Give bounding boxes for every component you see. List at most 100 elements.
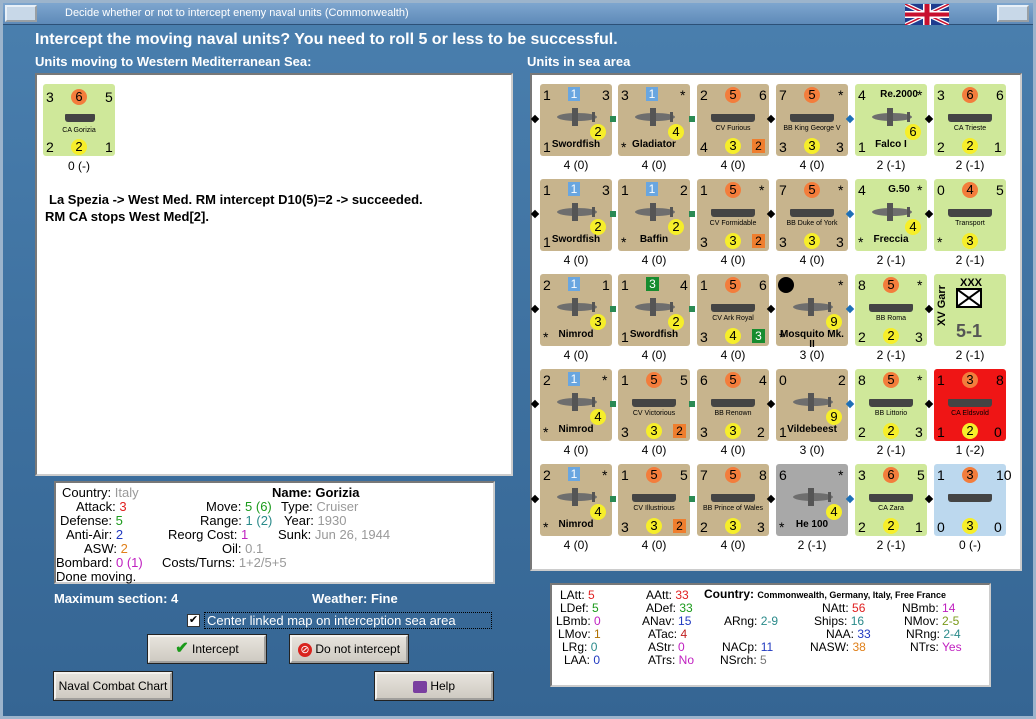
sea-unit-counter[interactable]: XXX XV Garr 5-1 — [934, 274, 1006, 346]
sea-unit-counter[interactable]: 2 1 * Nimrod * 4 — [540, 464, 612, 536]
counter-top-left: 1 — [543, 87, 551, 103]
counter-top-left: 7 — [700, 467, 708, 483]
counter-bottom-left: * — [543, 424, 549, 440]
center-map-checkbox[interactable]: ✔ — [187, 614, 200, 627]
sea-unit-counter[interactable]: 2 1 * Nimrod * 4 — [540, 369, 612, 441]
counter-top-center: 1 — [568, 182, 580, 196]
counter-status: 4 (0) — [563, 538, 589, 552]
sea-unit-counter[interactable]: 3 6 5 CA Zara 2 2 1 — [855, 464, 927, 536]
moving-unit-status: 0 (-) — [68, 159, 90, 173]
intercept-button[interactable]: ✔ Intercept — [147, 634, 267, 664]
garrison-symbol-icon — [956, 288, 982, 308]
sea-unit-counter[interactable]: 4 * Re.2000 Falco I16 — [855, 84, 927, 156]
counter-top-center: 5 — [646, 467, 662, 483]
sea-unit-counter[interactable]: 1 3 4 Swordfish 1 2 — [618, 274, 690, 346]
counter-name: CA Eldsvold — [951, 410, 989, 417]
counter-bottom-left: 1 — [937, 424, 945, 440]
counter-bottom-left: * — [621, 139, 627, 155]
sea-unit-counter[interactable]: 1 1 2 Baffin * 2 — [618, 179, 690, 251]
counter-top-left: 6 — [700, 372, 708, 388]
sea-unit-counter[interactable]: 4 * G.50 Freccia * 4 — [855, 179, 927, 251]
sea-unit-counter[interactable]: 1 1 3 Swordfish 1 2 — [540, 179, 612, 251]
counter-bottom-center: 4 — [725, 328, 741, 344]
sea-unit-counter[interactable]: 6 * He 100 * 4 — [776, 464, 848, 536]
counter-top-center: 1 — [568, 87, 580, 101]
counter-top-right: 5 — [680, 467, 688, 483]
system-menu-button[interactable] — [5, 5, 37, 22]
sea-unit-counter[interactable]: 1 3 10 0 3 0 — [934, 464, 1012, 536]
sea-unit-counter[interactable]: 1 1 3 Swordfish 1 2 — [540, 84, 612, 156]
close-button[interactable] — [997, 5, 1029, 22]
ship-silhouette-icon — [632, 494, 676, 502]
counter-top-right: 3 — [602, 182, 610, 198]
counter-top-right: 4 — [680, 277, 688, 293]
sea-unit-counter[interactable]: 1 5 5 CV Illustrious 3 3 2 — [618, 464, 690, 536]
counter-bottom-left: * — [543, 519, 549, 535]
sea-unit-counter[interactable]: 0 4 5 Transport * 3 — [934, 179, 1006, 251]
naval-combat-chart-button[interactable]: Naval Combat Chart — [53, 671, 173, 701]
ships-value: 16 — [850, 614, 865, 628]
sea-unit-counter[interactable]: 6*Mosquito Mk. II*9 — [776, 274, 848, 350]
counter-bottom-right: 3 — [836, 234, 844, 250]
sea-unit-counter[interactable]: 3 1 * Gladiator * 4 — [618, 84, 690, 156]
counter-bottom-center: 3 — [646, 423, 662, 439]
sea-unit-counter[interactable]: 8 5 * BB Littorio 2 2 3 — [855, 369, 927, 441]
range-label: Range: — [200, 513, 242, 528]
sea-unit-counter[interactable]: 0 2 Vildebeest 1 9 — [776, 369, 848, 441]
book-icon — [412, 680, 427, 693]
counter-name: CA Zara — [878, 505, 904, 512]
counter-bottom-center: 9 — [826, 409, 842, 425]
counter-status: 4 (0) — [799, 253, 825, 267]
sea-unit-counter[interactable]: 7 5 * BB Duke of York 3 3 3 — [776, 179, 848, 251]
center-map-checkbox-row[interactable]: ✔ Center linked map on interception sea … — [187, 612, 493, 629]
sea-unit-counter[interactable]: 3 6 6 CA Trieste 2 2 1 — [934, 84, 1006, 156]
year-label: Year: — [284, 513, 314, 528]
nbmb-label: NBmb: — [902, 601, 939, 615]
sea-unit-counter[interactable]: 8 5 * BB Roma 2 2 3 — [855, 274, 927, 346]
garrison-size: XXX — [960, 277, 983, 289]
page-heading: Intercept the moving naval units? You ne… — [35, 31, 618, 48]
counter-top-left: 1 — [700, 277, 708, 293]
counter-name: CV Ark Royal — [712, 315, 754, 322]
attack-value: 3 — [119, 499, 127, 514]
counter-status: 3 (0) — [799, 348, 825, 362]
nacp-value: 11 — [760, 640, 774, 654]
sea-unit-counter[interactable]: 7 5 * BB King George V333 — [776, 84, 848, 156]
sea-unit-counter[interactable]: 6 5 4 BB Renown 3 3 2 — [697, 369, 769, 441]
counter-top-center: 5 — [883, 372, 899, 388]
counter-bottom-center: 9 — [826, 314, 842, 330]
sea-unit-counter[interactable]: 1 3 8 CA Eldsvold 1 2 0 — [934, 369, 1006, 441]
counter-name: CA Trieste — [953, 125, 987, 132]
link-marker-icon — [530, 209, 540, 219]
sea-unit-counter[interactable]: 1 5 6 CV Ark Royal 3 4 3 — [697, 274, 769, 346]
do-not-intercept-button[interactable]: ⊘ Do not intercept — [289, 634, 409, 664]
counter-top-right: * — [838, 277, 844, 293]
counter-top-center: 1 — [568, 372, 580, 386]
counter-top-right: * — [838, 182, 844, 198]
moving-unit-counter[interactable]: 3 6 5 CA Gorizia 2 2 1 — [43, 84, 115, 156]
checkmark-icon: ✔ — [175, 640, 189, 657]
move-label: Move: — [206, 499, 242, 514]
help-button[interactable]: Help — [374, 671, 494, 701]
counter-bottom-center: 4 — [905, 219, 921, 235]
ship-silhouette-icon — [711, 494, 755, 502]
sea-unit-counter[interactable]: 2 1 1 Nimrod * 3 — [540, 274, 612, 346]
range-value: 1 (2) — [245, 513, 273, 528]
sea-unit-counter[interactable]: 7 5 8 BB Prince of Wales 2 3 3 — [697, 464, 769, 536]
counter-bottom-left: 3 — [700, 329, 708, 345]
latt-value: 5 — [588, 588, 595, 602]
sea-unit-counter[interactable]: 1 5 * CV Formidable 3 3 2 — [697, 179, 769, 251]
nsrch-value: 5 — [760, 653, 767, 667]
center-map-label[interactable]: Center linked map on interception sea ar… — [204, 612, 492, 629]
counter-bottom-left: * — [937, 234, 943, 250]
lbmb-label: LBmb: — [556, 614, 591, 628]
log-line-1: La Spezia -> West Med. RM intercept D10(… — [49, 192, 423, 207]
counter-bottom-left: 3 — [700, 234, 708, 250]
counter-top-center: 3 — [962, 372, 978, 388]
counter-bottom-right: 2 — [757, 424, 765, 440]
counter-bottom-left: 1 — [621, 329, 629, 345]
counter-top-right: * — [602, 467, 608, 483]
sea-unit-counter[interactable]: 1 5 5 CV Victorious 3 3 2 — [618, 369, 690, 441]
sea-unit-counter[interactable]: 2 5 6 CV Furious 4 3 2 — [697, 84, 769, 156]
counter-bottom-right: 3 — [752, 329, 765, 343]
